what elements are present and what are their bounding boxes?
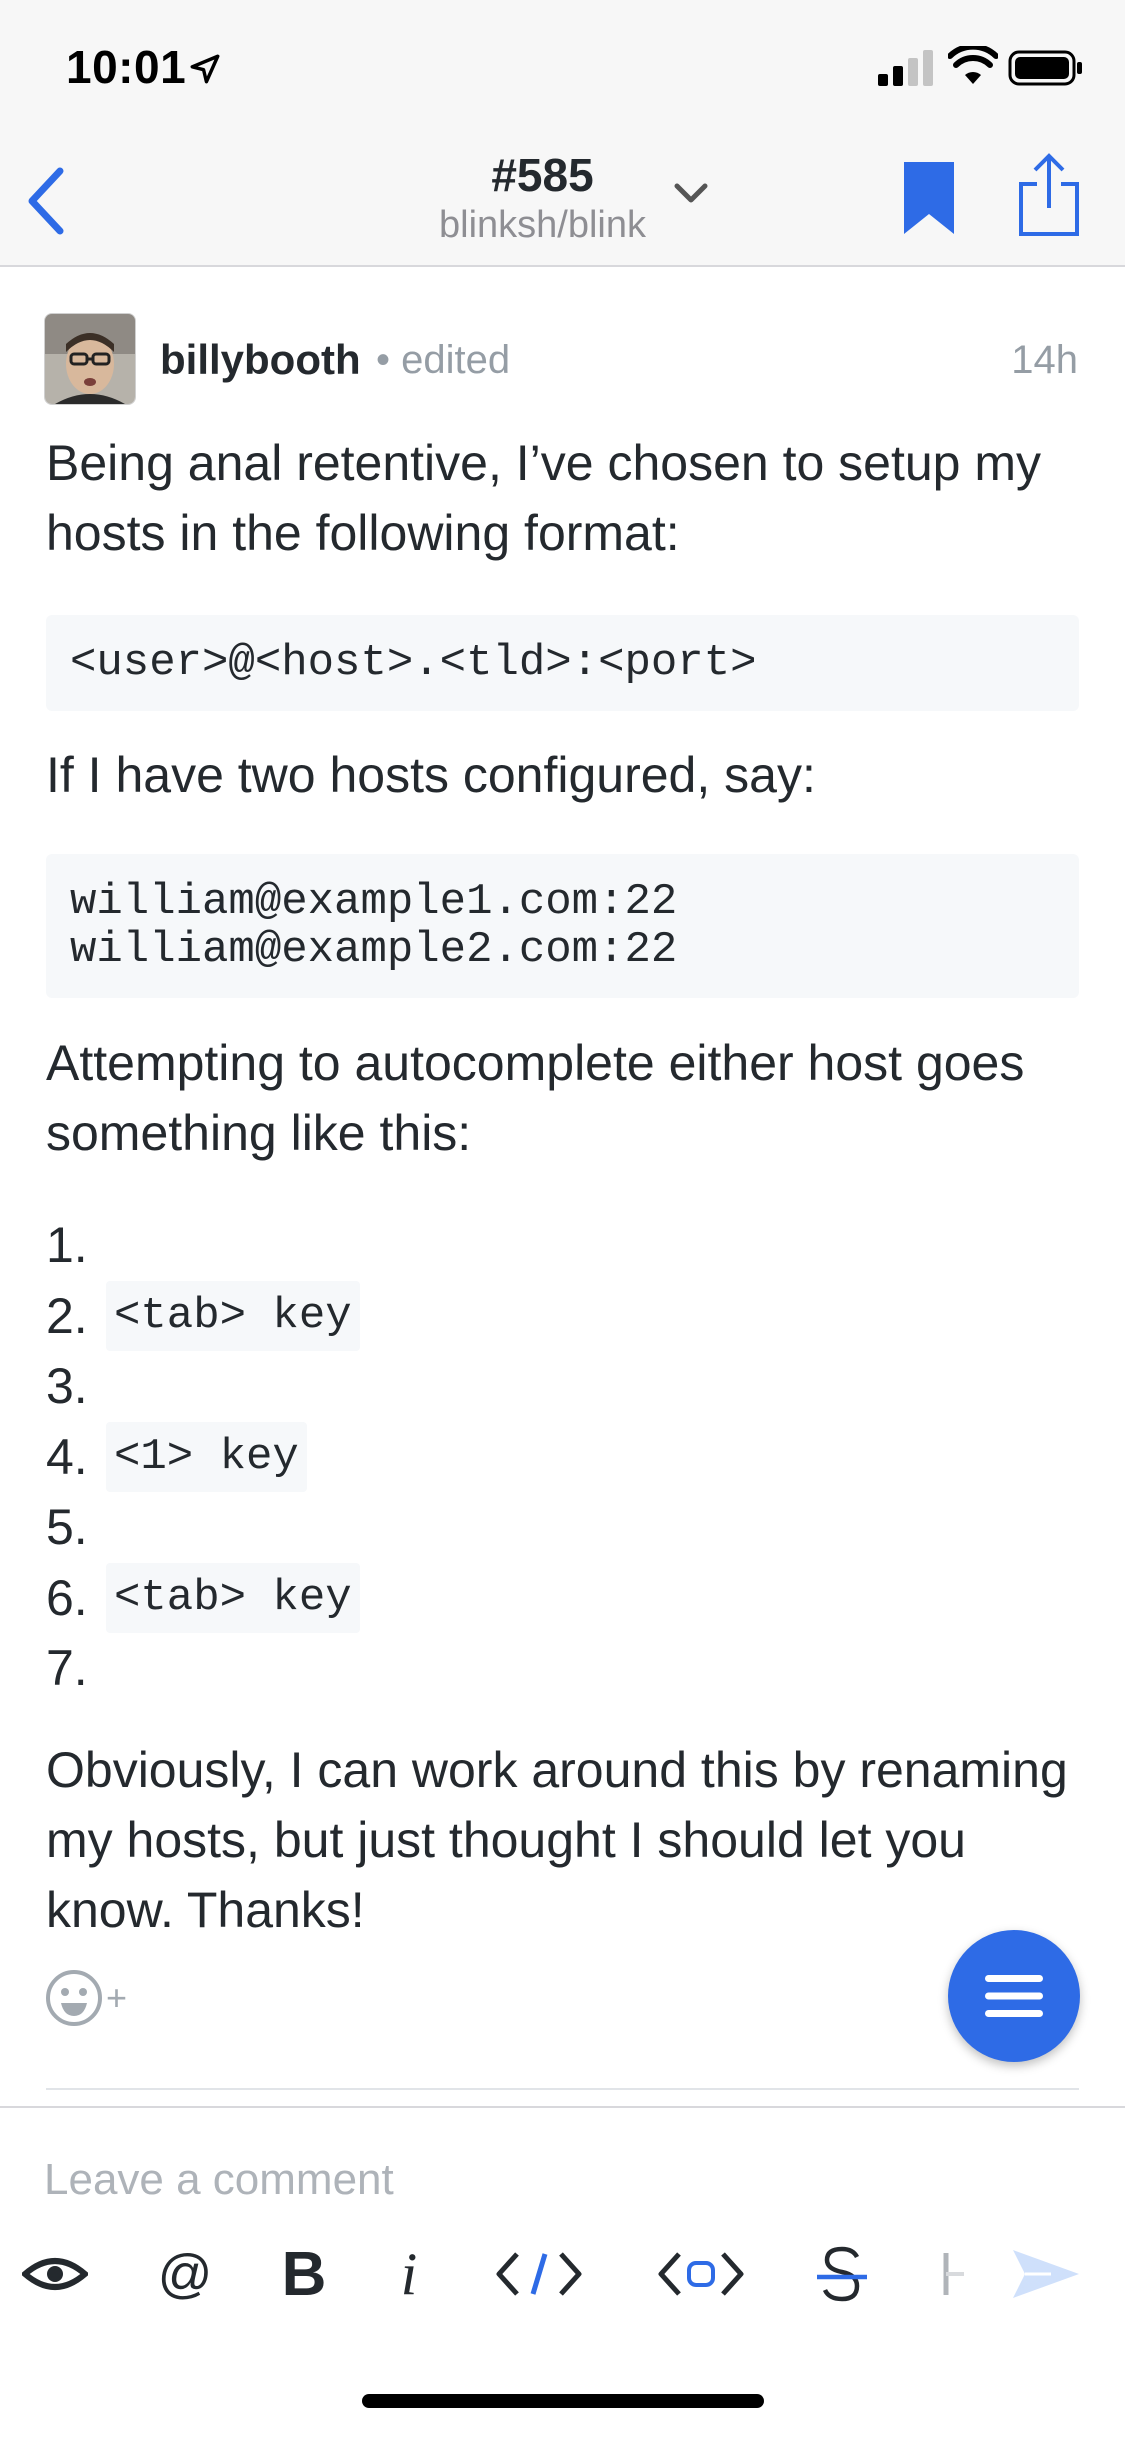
mention-button[interactable]: @ bbox=[155, 2238, 215, 2310]
send-icon bbox=[1013, 2250, 1079, 2298]
reaction-plus: + bbox=[106, 1977, 127, 2018]
list-item: 6. <tab> key bbox=[46, 1562, 1046, 1634]
actions-menu-button[interactable] bbox=[948, 1930, 1080, 2062]
list-number: 3. bbox=[46, 1358, 88, 1415]
cellular-signal-icon bbox=[878, 50, 933, 86]
heading-button[interactable] bbox=[940, 2238, 970, 2310]
home-indicator bbox=[362, 2394, 764, 2408]
chevron-down-icon[interactable] bbox=[673, 180, 709, 208]
comment-paragraph: If I have two hosts configured, say: bbox=[46, 747, 816, 803]
preview-button[interactable] bbox=[20, 2238, 90, 2310]
comment-paragraph: Attempting to autocomplete either host g… bbox=[46, 1035, 1025, 1161]
edited-label[interactable]: • edited bbox=[376, 338, 510, 383]
eye-icon bbox=[22, 2258, 88, 2290]
strikethrough-icon bbox=[817, 2246, 867, 2302]
comment-paragraph: Being anal retentive, I’ve chosen to set… bbox=[46, 435, 1042, 561]
send-button[interactable] bbox=[1010, 2238, 1082, 2310]
list-item: 3. bbox=[46, 1351, 1046, 1422]
comment-input[interactable] bbox=[44, 2150, 1084, 2210]
code-line: william@example1.com:22 bbox=[70, 877, 678, 927]
ordered-list: 1. 2. <tab> key 3. 4. <1> key 5. 6. <tab> k… bbox=[46, 1210, 1046, 1704]
avatar-image bbox=[45, 314, 135, 404]
code-icon bbox=[496, 2252, 582, 2296]
list-item: 4. <1> key bbox=[46, 1421, 1046, 1493]
bold-icon: B bbox=[281, 2239, 327, 2309]
inline-code: <1> key bbox=[106, 1421, 307, 1492]
strikethrough-button[interactable] bbox=[812, 2238, 872, 2310]
code-block: william@example1.com:22 william@example2… bbox=[46, 854, 1079, 998]
list-number: 6. bbox=[46, 1569, 88, 1626]
smiley-plus-icon: + bbox=[46, 1970, 127, 2026]
list-item: 5. bbox=[46, 1492, 1046, 1563]
inline-code-button[interactable] bbox=[494, 2238, 584, 2310]
italic-icon: i bbox=[400, 2240, 418, 2307]
list-item: 1. bbox=[46, 1210, 1046, 1281]
avatar[interactable] bbox=[44, 313, 136, 405]
list-number: 5. bbox=[46, 1499, 88, 1556]
code-block: <user>@<host>.<tld>:<port> bbox=[46, 615, 1079, 711]
list-number: 2. bbox=[46, 1287, 88, 1344]
at-icon: @ bbox=[157, 2244, 213, 2304]
heading-icon bbox=[943, 2253, 964, 2295]
inline-code: <tab> key bbox=[106, 1280, 360, 1351]
list-item: 2. <tab> key bbox=[46, 1280, 1046, 1352]
bold-button[interactable]: B bbox=[274, 2238, 334, 2310]
divider bbox=[46, 2088, 1079, 2090]
list-item: 7. bbox=[46, 1633, 1046, 1704]
code-block-button[interactable] bbox=[656, 2238, 746, 2310]
inline-code: <tab> key bbox=[106, 1562, 360, 1633]
comment-author[interactable]: billybooth bbox=[160, 336, 361, 384]
battery-icon bbox=[1008, 50, 1082, 86]
list-number: 1. bbox=[46, 1217, 88, 1274]
code-line: william@example2.com:22 bbox=[70, 925, 678, 975]
code-block-icon bbox=[658, 2252, 744, 2296]
status-time: 10:01 bbox=[66, 41, 187, 93]
share-icon[interactable] bbox=[1017, 152, 1081, 238]
menu-lines-icon bbox=[985, 1975, 1043, 2017]
list-number: 7. bbox=[46, 1640, 88, 1697]
comment-timestamp: 14h bbox=[1011, 338, 1078, 382]
italic-button[interactable]: i bbox=[384, 2238, 434, 2310]
comment-paragraph: Obviously, I can work around this by ren… bbox=[46, 1742, 1068, 1938]
location-arrow-icon bbox=[190, 54, 220, 84]
list-number: 4. bbox=[46, 1428, 88, 1485]
wifi-icon bbox=[948, 46, 998, 84]
add-reaction-button[interactable]: + bbox=[44, 1968, 134, 2028]
bookmark-icon[interactable] bbox=[902, 160, 956, 236]
code-line: <user>@<host>.<tld>:<port> bbox=[70, 638, 757, 688]
